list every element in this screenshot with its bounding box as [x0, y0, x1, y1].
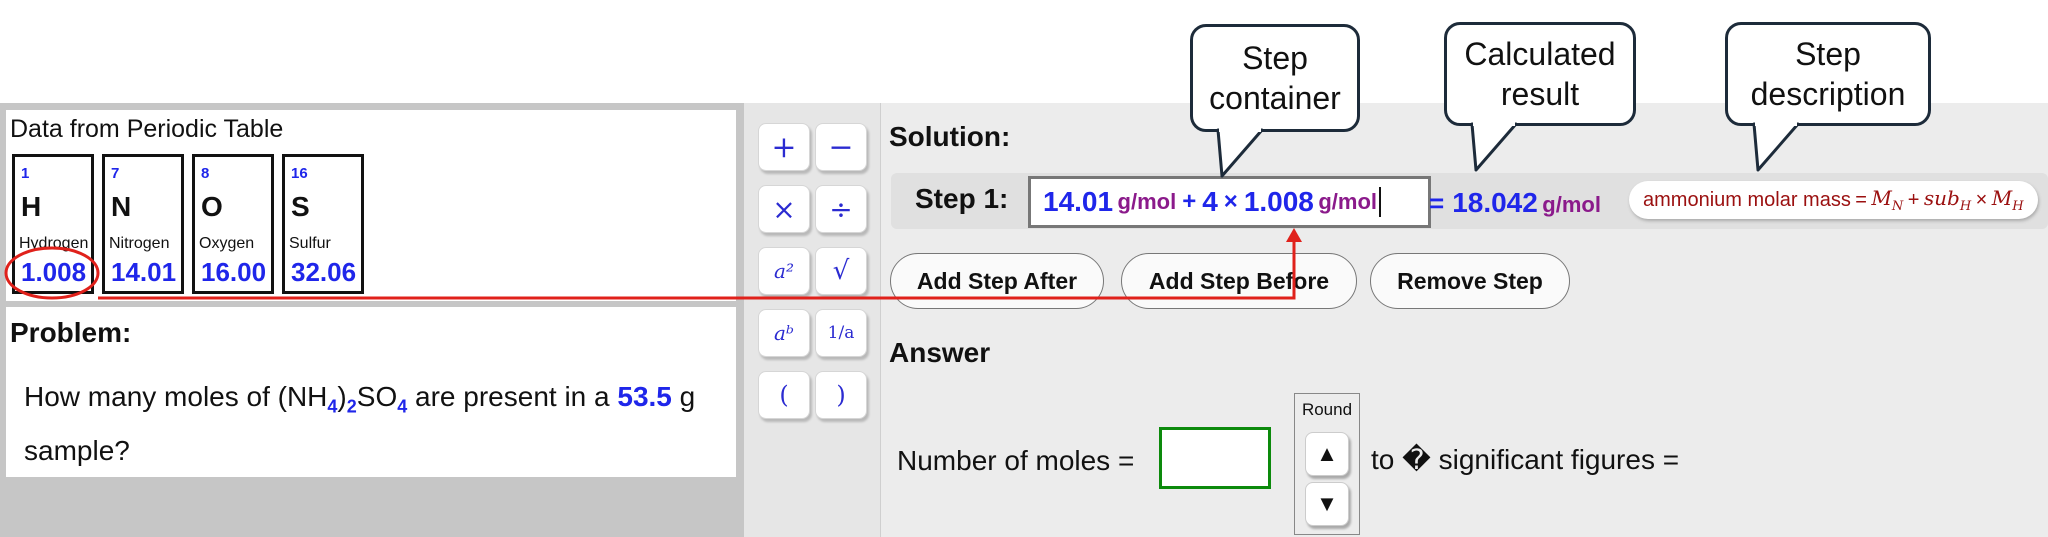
atomic-mass: 16.00: [201, 257, 267, 287]
periodic-table-title: Data from Periodic Table: [10, 115, 284, 143]
subscript: 4: [397, 396, 408, 417]
text-caret: [1379, 187, 1382, 217]
subscript: 2: [346, 396, 357, 417]
atomic-number: 7: [111, 165, 120, 182]
step-row: Step 1: 14.01 g/mol +4 × 1.008 g/mol = 18.04…: [891, 173, 2048, 229]
callout-step-description: Step description: [1725, 22, 1931, 126]
left-paren-key[interactable]: (: [758, 371, 810, 419]
atomic-mass: 14.01: [111, 257, 177, 287]
answer-title: Answer: [889, 337, 991, 368]
answer-input[interactable]: [1159, 427, 1271, 489]
sample-mass-value: 53.5: [617, 381, 672, 412]
times-key[interactable]: ×: [758, 185, 810, 233]
expr-value: 14.01: [1043, 186, 1114, 217]
round-down-button[interactable]: ▼: [1305, 482, 1349, 526]
calculated-result: = 18.042 g/mol: [1429, 187, 1601, 219]
element-name: Nitrogen: [109, 235, 170, 252]
element-name: Hydrogen: [19, 235, 89, 252]
element-oxygen[interactable]: 8 O Oxygen 16.00: [192, 154, 274, 294]
expr-operator: ×: [1223, 188, 1238, 215]
formula-term: subH: [1924, 186, 1971, 214]
square-key[interactable]: a²: [758, 247, 810, 295]
answer-label: Number of moles =: [897, 445, 1135, 476]
chemistry-app: Data from Periodic Table 1 H Hydrogen 1.…: [0, 103, 2048, 537]
round-up-button[interactable]: ▲: [1305, 432, 1349, 476]
remove-step-button[interactable]: Remove Step: [1370, 253, 1570, 309]
expr-operator: +: [1182, 188, 1197, 215]
formula-subscript: H: [1959, 199, 1972, 214]
atomic-mass: 1.008: [21, 257, 87, 287]
equals-sign: =: [1429, 188, 1445, 218]
element-sulfur[interactable]: 16 S Sulfur 32.06: [282, 154, 364, 294]
formula-subscript: H: [2012, 199, 2024, 214]
problem-text: How many moles of (NH4)2SO4 are present …: [24, 375, 724, 473]
left-panel: Data from Periodic Table 1 H Hydrogen 1.…: [0, 103, 746, 537]
significant-figures-text: to � significant figures =: [1371, 444, 1680, 475]
subscript: 4: [327, 396, 338, 417]
atomic-number: 1: [21, 165, 30, 182]
problem-text-part: are present in a: [407, 381, 618, 412]
atomic-number: 8: [201, 165, 210, 182]
element-symbol: N: [111, 191, 132, 222]
expr-unit: g/mol: [1318, 189, 1378, 214]
problem-text-part: ): [337, 381, 347, 412]
element-symbol: S: [291, 191, 310, 222]
formula-symbol: sub: [1923, 186, 1960, 210]
step-container-input[interactable]: 14.01 g/mol +4 × 1.008 g/mol: [1028, 176, 1431, 228]
plus-key[interactable]: +: [758, 123, 810, 171]
sqrt-key[interactable]: √: [815, 247, 867, 295]
result-unit: g/mol: [1542, 192, 1601, 217]
step-label: Step 1:: [915, 183, 1009, 214]
math-keypad: + − × ÷ a² √ aᵇ 1/a ( ): [744, 103, 882, 537]
result-value: 18.042: [1452, 187, 1538, 218]
description-eq: =: [1855, 188, 1867, 211]
element-symbol: H: [21, 191, 42, 222]
callout-calculated-result: Calculated result: [1444, 22, 1636, 126]
add-step-before-button[interactable]: Add Step Before: [1121, 253, 1357, 309]
solution-workspace: Solution: Step 1: 14.01 g/mol +4 × 1.008 g/…: [881, 103, 2048, 537]
step-description[interactable]: ammonium molar mass = MN + subH × MH: [1629, 181, 2038, 219]
round-control: Round ▲ ▼: [1294, 393, 1360, 535]
problem-title: Problem:: [10, 317, 132, 348]
right-paren-key[interactable]: ): [815, 371, 867, 419]
minus-key[interactable]: −: [815, 123, 867, 171]
formula-operator: +: [1907, 188, 1920, 211]
expr-value: 1.008: [1243, 186, 1314, 217]
element-nitrogen[interactable]: 7 N Nitrogen 14.01: [102, 154, 184, 294]
formula-symbol: M: [1871, 186, 1892, 210]
formula-term: MN: [1871, 186, 1903, 214]
formula-symbol: M: [1991, 186, 2013, 210]
problem-panel: Problem: How many moles of (NH4)2SO4 are…: [6, 307, 736, 477]
formula-subscript: N: [1891, 199, 1904, 214]
divide-key[interactable]: ÷: [815, 185, 867, 233]
formula-operator: ×: [1975, 188, 1988, 211]
add-step-after-button[interactable]: Add Step After: [890, 253, 1104, 309]
callout-step-container: Step container: [1190, 24, 1360, 132]
power-key[interactable]: aᵇ: [758, 309, 810, 357]
formula-term: MH: [1992, 186, 2024, 214]
description-text: ammonium molar mass: [1643, 188, 1851, 211]
reciprocal-key[interactable]: 1/a: [815, 309, 867, 357]
expr-value: 4: [1202, 186, 1218, 217]
element-name: Sulfur: [289, 235, 331, 252]
element-name: Oxygen: [199, 235, 255, 252]
periodic-table-panel: Data from Periodic Table 1 H Hydrogen 1.…: [6, 110, 736, 301]
round-label: Round: [1301, 400, 1353, 419]
problem-text-part: How many moles of (NH: [24, 381, 328, 412]
expr-unit: g/mol: [1117, 189, 1177, 214]
problem-text-part: SO: [356, 381, 398, 412]
element-symbol: O: [201, 191, 223, 222]
atomic-number: 16: [291, 165, 308, 182]
element-hydrogen[interactable]: 1 H Hydrogen 1.008: [12, 154, 94, 294]
solution-title: Solution:: [889, 121, 1011, 152]
atomic-mass: 32.06: [291, 257, 357, 287]
